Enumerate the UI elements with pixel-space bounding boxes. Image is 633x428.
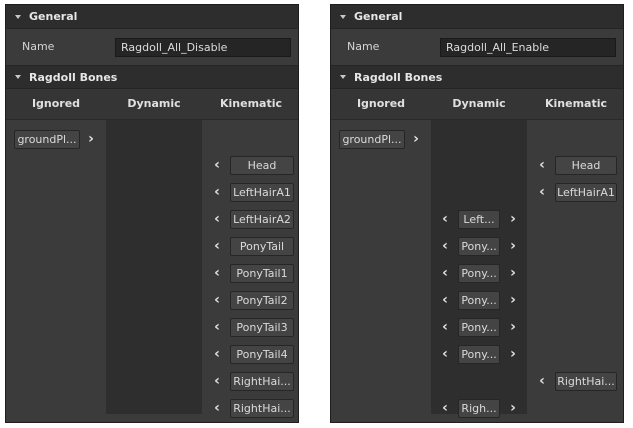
- bone-button-ignored[interactable]: groundPl...: [339, 130, 405, 149]
- move-left-arrow-icon[interactable]: ‹: [440, 291, 450, 310]
- general-section-title: General: [29, 10, 78, 23]
- name-label: Name: [22, 40, 55, 53]
- move-left-arrow-icon[interactable]: ‹: [537, 372, 547, 391]
- ignored-column-header: Ignored: [6, 89, 106, 120]
- move-right-arrow-icon[interactable]: ›: [508, 345, 518, 364]
- ragdoll-panel-enable: General Name Ragdoll_All_Enable Ragdoll …: [330, 4, 624, 423]
- ragdoll-bones-section-header[interactable]: Ragdoll Bones: [6, 65, 298, 89]
- bone-button-kinematic[interactable]: LeftHairA1: [555, 183, 617, 202]
- kinematic-column-header: Kinematic: [527, 89, 623, 120]
- move-right-arrow-icon[interactable]: ›: [508, 237, 518, 256]
- bone-button-kinematic[interactable]: LeftHairA1: [230, 183, 294, 202]
- move-right-arrow-icon[interactable]: ›: [508, 210, 518, 229]
- move-left-arrow-icon[interactable]: ‹: [440, 210, 450, 229]
- ignored-column-header: Ignored: [331, 89, 431, 120]
- bone-button-kinematic[interactable]: PonyTail1: [230, 264, 294, 283]
- bone-columns: Ignored groundPl... › Dynamic ‹ Left... …: [331, 89, 623, 422]
- dynamic-column: Dynamic: [106, 89, 202, 414]
- bone-columns: Ignored groundPl... › Dynamic Kinematic …: [6, 89, 298, 422]
- ragdoll-panel-disable: General Name Ragdoll_All_Disable Ragdoll…: [5, 4, 299, 423]
- bone-button-kinematic[interactable]: PonyTail2: [230, 291, 294, 310]
- move-right-arrow-icon[interactable]: ›: [508, 291, 518, 310]
- dynamic-column-header: Dynamic: [106, 89, 202, 120]
- bone-button-ignored[interactable]: groundPl...: [14, 130, 80, 149]
- collapse-triangle-icon[interactable]: [15, 75, 21, 79]
- general-section-header[interactable]: General: [6, 5, 298, 29]
- move-left-arrow-icon[interactable]: ‹: [212, 237, 222, 256]
- bone-button-kinematic[interactable]: Head: [230, 156, 294, 175]
- bone-button-dynamic[interactable]: Pony...: [458, 264, 500, 283]
- bone-button-kinematic[interactable]: RightHai...: [230, 372, 294, 391]
- move-left-arrow-icon[interactable]: ‹: [440, 237, 450, 256]
- general-section-title: General: [354, 10, 403, 23]
- collapse-triangle-icon[interactable]: [340, 75, 346, 79]
- move-left-arrow-icon[interactable]: ‹: [537, 183, 547, 202]
- move-left-arrow-icon[interactable]: ‹: [212, 183, 222, 202]
- dynamic-column-header: Dynamic: [431, 89, 527, 120]
- move-left-arrow-icon[interactable]: ‹: [212, 264, 222, 283]
- move-left-arrow-icon[interactable]: ‹: [537, 156, 547, 175]
- move-left-arrow-icon[interactable]: ‹: [212, 210, 222, 229]
- collapse-triangle-icon[interactable]: [15, 14, 21, 19]
- move-right-arrow-icon[interactable]: ›: [508, 399, 518, 418]
- name-input[interactable]: Ragdoll_All_Enable: [440, 38, 616, 57]
- move-left-arrow-icon[interactable]: ‹: [212, 399, 222, 418]
- kinematic-column-header: Kinematic: [202, 89, 298, 120]
- dynamic-column: Dynamic ‹ Left... › ‹ Pony... › ‹ Pony..…: [431, 89, 527, 418]
- bone-button-dynamic[interactable]: Pony...: [458, 237, 500, 256]
- move-left-arrow-icon[interactable]: ‹: [440, 264, 450, 283]
- move-left-arrow-icon[interactable]: ‹: [212, 291, 222, 310]
- bone-button-kinematic[interactable]: RightHai...: [555, 372, 617, 391]
- move-left-arrow-icon[interactable]: ‹: [212, 345, 222, 364]
- bone-button-dynamic[interactable]: Left...: [458, 210, 500, 229]
- name-row: Name Ragdoll_All_Disable: [6, 29, 298, 65]
- move-right-arrow-icon[interactable]: ›: [508, 264, 518, 283]
- move-left-arrow-icon[interactable]: ‹: [440, 345, 450, 364]
- move-left-arrow-icon[interactable]: ‹: [440, 318, 450, 337]
- bone-button-kinematic[interactable]: PonyTail4: [230, 345, 294, 364]
- move-right-arrow-icon[interactable]: ›: [86, 130, 96, 149]
- move-left-arrow-icon[interactable]: ‹: [212, 156, 222, 175]
- collapse-triangle-icon[interactable]: [340, 14, 346, 19]
- name-row: Name Ragdoll_All_Enable: [331, 29, 623, 65]
- ragdoll-bones-section-title: Ragdoll Bones: [29, 70, 118, 84]
- general-section-header[interactable]: General: [331, 5, 623, 29]
- bone-button-dynamic[interactable]: Pony...: [458, 345, 500, 364]
- bone-button-kinematic[interactable]: PonyTail3: [230, 318, 294, 337]
- kinematic-column: Kinematic ‹ Head ‹ LeftHairA1 ‹ LeftHair…: [202, 89, 298, 422]
- bone-button-kinematic[interactable]: LeftHairA2: [230, 210, 294, 229]
- ignored-column: Ignored groundPl... ›: [331, 89, 431, 422]
- move-right-arrow-icon[interactable]: ›: [411, 130, 421, 149]
- move-left-arrow-icon[interactable]: ‹: [440, 399, 450, 418]
- kinematic-column: Kinematic ‹ Head ‹ LeftHairA1 ‹ RightHai…: [527, 89, 623, 422]
- name-label: Name: [347, 40, 380, 53]
- bone-button-dynamic[interactable]: Righ...: [458, 399, 500, 418]
- bone-button-kinematic[interactable]: RightHai...: [230, 399, 294, 418]
- move-right-arrow-icon[interactable]: ›: [508, 318, 518, 337]
- bone-button-kinematic[interactable]: PonyTail: [230, 237, 294, 256]
- name-input[interactable]: Ragdoll_All_Disable: [115, 38, 291, 57]
- ragdoll-bones-section-title: Ragdoll Bones: [354, 70, 443, 84]
- move-left-arrow-icon[interactable]: ‹: [212, 318, 222, 337]
- bone-button-kinematic[interactable]: Head: [555, 156, 617, 175]
- ragdoll-bones-section-header[interactable]: Ragdoll Bones: [331, 65, 623, 89]
- bone-button-dynamic[interactable]: Pony...: [458, 318, 500, 337]
- move-left-arrow-icon[interactable]: ‹: [212, 372, 222, 391]
- ignored-column: Ignored groundPl... ›: [6, 89, 106, 422]
- bone-button-dynamic[interactable]: Pony...: [458, 291, 500, 310]
